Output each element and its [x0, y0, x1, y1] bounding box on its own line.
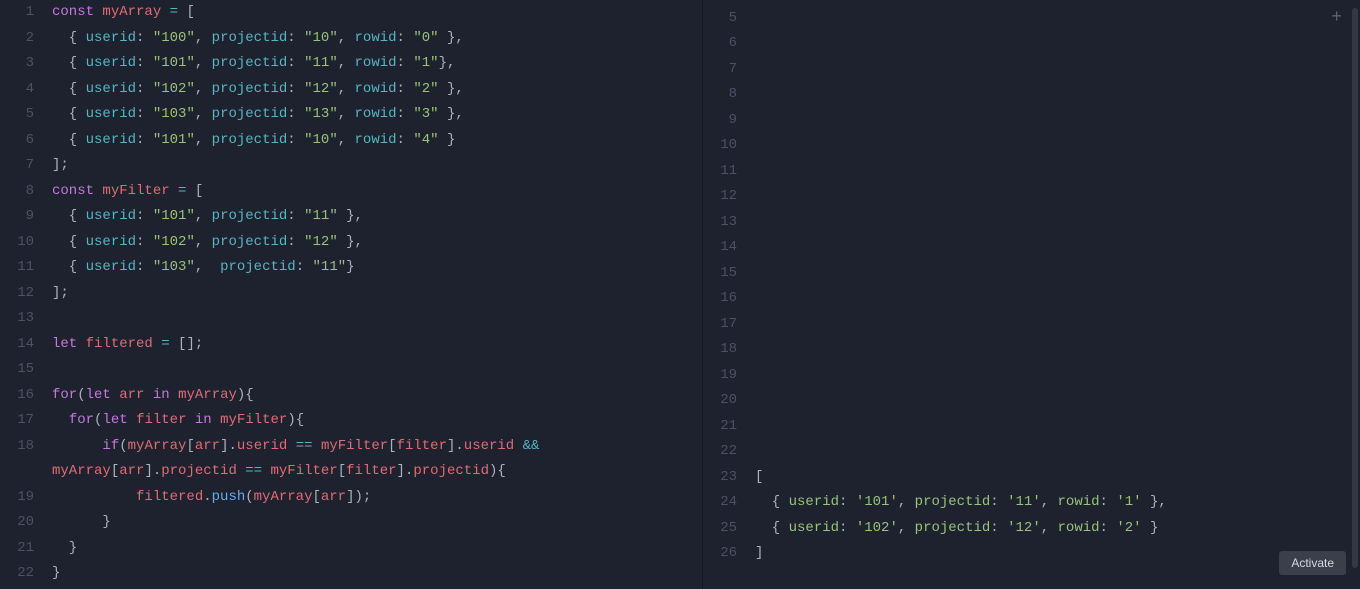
- line-number: 14: [0, 332, 34, 358]
- output-line: [755, 439, 1360, 465]
- line-number: 25: [703, 516, 737, 542]
- code-area-left[interactable]: const myArray = [ { userid: "100", proje…: [44, 0, 702, 589]
- line-number: 7: [703, 57, 737, 83]
- line-number: 13: [0, 306, 34, 332]
- code-line: myArray[arr].projectid == myFilter[filte…: [52, 459, 702, 485]
- scrollbar[interactable]: [1352, 8, 1358, 568]
- line-number: 17: [703, 312, 737, 338]
- code-line: { userid: "102", projectid: "12" },: [52, 230, 702, 256]
- line-number: 21: [0, 536, 34, 562]
- output-line: [: [755, 465, 1360, 491]
- output-line: [755, 133, 1360, 159]
- code-line: { userid: "101", projectid: "11" },: [52, 204, 702, 230]
- output-line: [755, 337, 1360, 363]
- output-line: [755, 57, 1360, 83]
- code-line: ];: [52, 281, 702, 307]
- output-pane-right: ▸ 45678910111213141516171819202122232425…: [703, 0, 1360, 589]
- line-number: 13: [703, 210, 737, 236]
- line-number: 24: [703, 490, 737, 516]
- line-number: 18: [703, 337, 737, 363]
- line-number: 12: [703, 184, 737, 210]
- line-number: 6: [703, 31, 737, 57]
- line-number: 8: [0, 179, 34, 205]
- line-number: 9: [0, 204, 34, 230]
- line-number: 10: [0, 230, 34, 256]
- output-line: [755, 388, 1360, 414]
- code-line: filtered.push(myArray[arr]);: [52, 485, 702, 511]
- output-line: [755, 363, 1360, 389]
- output-line: [755, 82, 1360, 108]
- line-number: 15: [0, 357, 34, 383]
- output-line: ]: [755, 541, 1360, 567]
- line-number: 16: [703, 286, 737, 312]
- editor-pane-left: 123456789101112131415161718 19202122 con…: [0, 0, 702, 589]
- line-number: 6: [0, 128, 34, 154]
- line-number: 5: [703, 6, 737, 32]
- line-number: 3: [0, 51, 34, 77]
- code-line: ];: [52, 153, 702, 179]
- output-line: [755, 210, 1360, 236]
- line-number: 19: [0, 485, 34, 511]
- line-number: 16: [0, 383, 34, 409]
- code-line: const myArray = [: [52, 0, 702, 26]
- line-number: 22: [0, 561, 34, 587]
- line-number: 5: [0, 102, 34, 128]
- line-number: 9: [703, 108, 737, 134]
- output-line: [755, 261, 1360, 287]
- output-line: { userid: '101', projectid: '11', rowid:…: [755, 490, 1360, 516]
- line-number: 11: [0, 255, 34, 281]
- line-number: 19: [703, 363, 737, 389]
- code-line: [52, 306, 702, 332]
- line-number: 23: [703, 465, 737, 491]
- code-line: }: [52, 536, 702, 562]
- line-number: 14: [703, 235, 737, 261]
- code-line: { userid: "103", projectid: "11"}: [52, 255, 702, 281]
- code-area-right[interactable]: [ { userid: '101', projectid: '11', rowi…: [747, 0, 1360, 589]
- code-line: }: [52, 561, 702, 587]
- output-line: [755, 108, 1360, 134]
- line-number: 18: [0, 434, 34, 460]
- code-line: { userid: "101", projectid: "10", rowid:…: [52, 128, 702, 154]
- output-line: [755, 235, 1360, 261]
- line-number: 12: [0, 281, 34, 307]
- line-number-wrap: [0, 459, 34, 485]
- output-line: [755, 6, 1360, 32]
- output-line: { userid: '102', projectid: '12', rowid:…: [755, 516, 1360, 542]
- output-line: [755, 312, 1360, 338]
- line-number: 8: [703, 82, 737, 108]
- line-number: 10: [703, 133, 737, 159]
- code-line: const myFilter = [: [52, 179, 702, 205]
- code-line: { userid: "103", projectid: "13", rowid:…: [52, 102, 702, 128]
- code-line: [52, 357, 702, 383]
- line-number: 20: [0, 510, 34, 536]
- output-line: [755, 31, 1360, 57]
- line-number: 21: [703, 414, 737, 440]
- line-number: 1: [0, 0, 34, 26]
- line-number: 26: [703, 541, 737, 567]
- code-line: { userid: "101", projectid: "11", rowid:…: [52, 51, 702, 77]
- line-number: 20: [703, 388, 737, 414]
- code-line: { userid: "102", projectid: "12", rowid:…: [52, 77, 702, 103]
- code-line: { userid: "100", projectid: "10", rowid:…: [52, 26, 702, 52]
- code-line: let filtered = [];: [52, 332, 702, 358]
- line-gutter-left: 123456789101112131415161718 19202122: [0, 0, 44, 589]
- plus-icon[interactable]: +: [1331, 8, 1342, 28]
- line-number: 11: [703, 159, 737, 185]
- line-number: 7: [0, 153, 34, 179]
- output-line: [755, 286, 1360, 312]
- output-line: [755, 414, 1360, 440]
- line-gutter-right: 4567891011121314151617181920212223242526: [703, 0, 747, 589]
- line-number: 4: [0, 77, 34, 103]
- activate-button[interactable]: Activate: [1279, 551, 1346, 575]
- output-line: [755, 184, 1360, 210]
- line-number: 15: [703, 261, 737, 287]
- line-number: 22: [703, 439, 737, 465]
- code-line: }: [52, 510, 702, 536]
- code-line: for(let filter in myFilter){: [52, 408, 702, 434]
- line-number: 2: [0, 26, 34, 52]
- code-line: for(let arr in myArray){: [52, 383, 702, 409]
- code-line: if(myArray[arr].userid == myFilter[filte…: [52, 434, 702, 460]
- line-number: 17: [0, 408, 34, 434]
- output-line: [755, 159, 1360, 185]
